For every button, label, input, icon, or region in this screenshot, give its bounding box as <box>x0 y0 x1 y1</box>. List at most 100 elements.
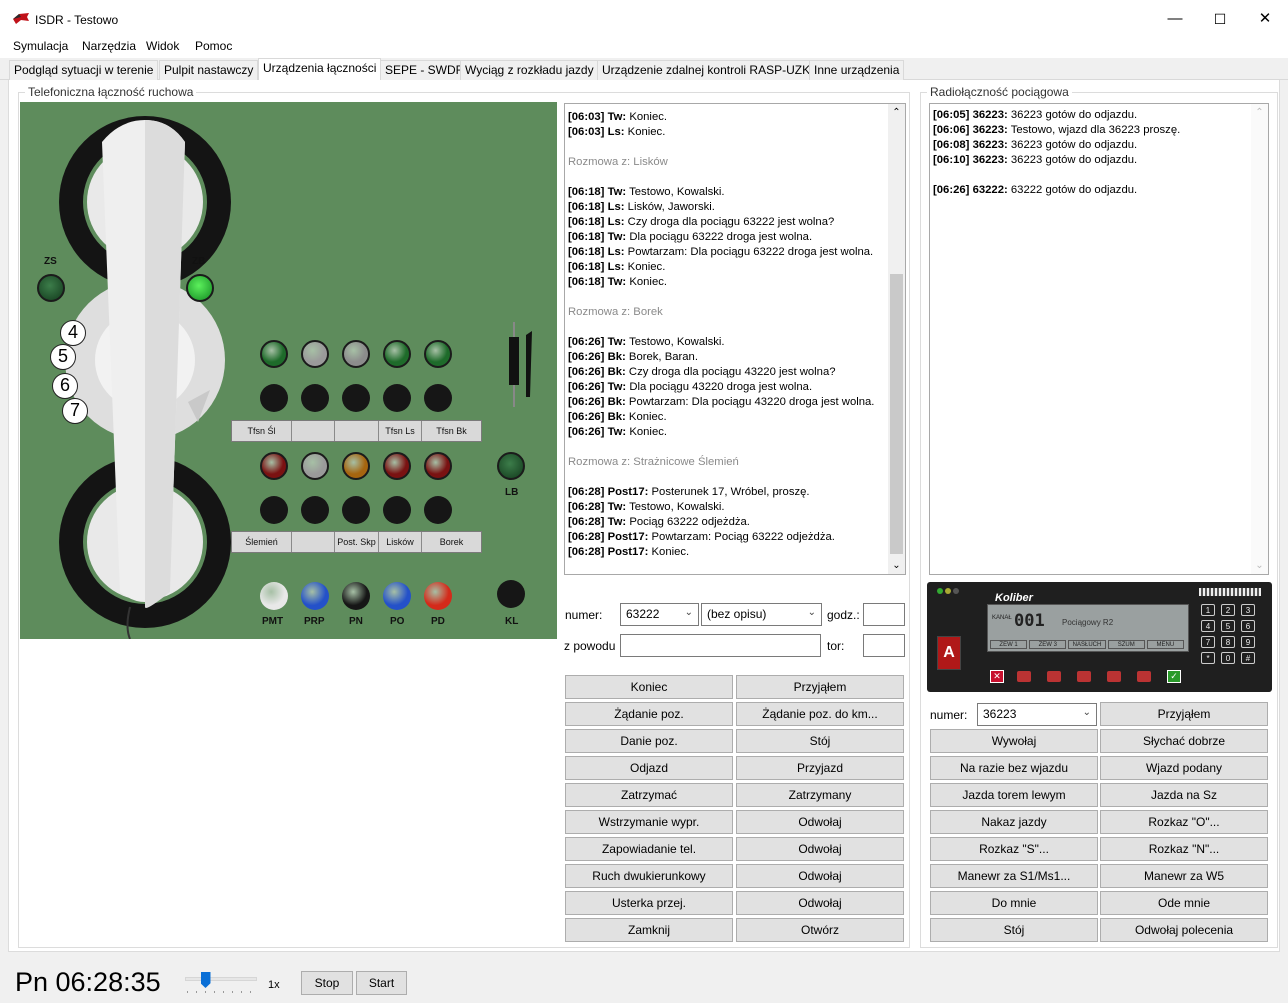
keypad-key[interactable]: # <box>1241 652 1255 664</box>
dial-digit[interactable]: 7 <box>62 398 88 424</box>
tab-inne[interactable]: Inne urządzenia <box>809 60 905 80</box>
phone-command-button[interactable]: Ruch dwukierunkowy <box>565 864 733 888</box>
scroll-down-icon[interactable]: ⌄ <box>888 557 905 574</box>
radio-number-select[interactable]: 36223 ⌄ <box>977 703 1097 726</box>
radio-key[interactable] <box>1077 671 1091 682</box>
line-button[interactable] <box>301 496 329 524</box>
pn-button[interactable] <box>342 582 370 610</box>
start-button[interactable]: Start <box>356 971 407 995</box>
phone-number-select[interactable]: 63222 ⌄ <box>620 603 699 626</box>
line-button[interactable] <box>301 384 329 412</box>
track-input[interactable] <box>863 634 905 657</box>
radio-command-button[interactable]: Stój <box>930 918 1098 942</box>
line-button[interactable] <box>424 496 452 524</box>
description-select[interactable]: (bez opisu) ⌄ <box>701 603 822 626</box>
tab-pulpit[interactable]: Pulpit nastawczy <box>159 60 259 80</box>
keypad-key[interactable]: * <box>1201 652 1215 664</box>
radio-conversation-log[interactable]: [06:05] 36223: 36223 gotów do odjazdu. [0… <box>929 103 1269 575</box>
keypad-key[interactable]: 6 <box>1241 620 1255 632</box>
radio-key[interactable] <box>1107 671 1121 682</box>
keypad-key[interactable]: 0 <box>1221 652 1235 664</box>
radio-command-button[interactable]: Słychać dobrze <box>1100 729 1268 753</box>
alarm-button[interactable]: A <box>937 636 961 670</box>
pmt-button[interactable] <box>260 582 288 610</box>
phone-command-button[interactable]: Odwołaj <box>736 837 904 861</box>
radio-key[interactable] <box>1137 671 1151 682</box>
close-button[interactable]: ✕ <box>1250 8 1280 30</box>
hour-input[interactable] <box>863 603 905 626</box>
lever-switch-icon[interactable] <box>504 317 540 412</box>
keypad-key[interactable]: 9 <box>1241 636 1255 648</box>
stop-button[interactable]: Stop <box>301 971 353 995</box>
radio-command-button[interactable]: Wywołaj <box>930 729 1098 753</box>
reject-button[interactable]: ✕ <box>990 670 1004 683</box>
phone-command-button[interactable]: Zatrzymany <box>736 783 904 807</box>
accept-button[interactable]: ✓ <box>1167 670 1181 683</box>
radio-command-button[interactable]: Ode mnie <box>1100 891 1268 915</box>
phone-command-button[interactable]: Odwołaj <box>736 864 904 888</box>
phone-command-button[interactable]: Stój <box>736 729 904 753</box>
radio-command-button[interactable]: Do mnie <box>930 891 1098 915</box>
keypad-key[interactable]: 5 <box>1221 620 1235 632</box>
speed-slider[interactable] <box>185 972 257 993</box>
menu-pomoc[interactable]: Pomoc <box>195 39 232 53</box>
line-button[interactable] <box>342 384 370 412</box>
kl-button[interactable] <box>497 580 525 608</box>
pd-button[interactable] <box>424 582 452 610</box>
minimize-button[interactable]: — <box>1160 8 1190 30</box>
scroll-up-icon[interactable]: ⌃ <box>888 104 905 121</box>
phone-command-button[interactable]: Zapowiadanie tel. <box>565 837 733 861</box>
dial-digit[interactable]: 4 <box>60 320 86 346</box>
tab-wyciag[interactable]: Wyciąg z rozkładu jazdy <box>460 60 599 80</box>
prp-button[interactable] <box>301 582 329 610</box>
phone-command-button[interactable]: Zamknij <box>565 918 733 942</box>
radio-command-button[interactable]: Wjazd podany <box>1100 756 1268 780</box>
reason-input[interactable] <box>620 634 821 657</box>
radio-command-button[interactable]: Jazda torem lewym <box>930 783 1098 807</box>
radio-key[interactable] <box>1017 671 1031 682</box>
line-button[interactable] <box>260 496 288 524</box>
scroll-down-icon[interactable]: ⌄ <box>1251 557 1268 574</box>
radio-command-button[interactable]: Rozkaz "N"... <box>1100 837 1268 861</box>
tab-sepe-swdr[interactable]: SEPE - SWDR <box>380 60 470 80</box>
dial-digit[interactable]: 5 <box>50 344 76 370</box>
phone-command-button[interactable]: Usterka przej. <box>565 891 733 915</box>
phone-command-button[interactable]: Otwórz <box>736 918 904 942</box>
phone-command-button[interactable]: Przyjazd <box>736 756 904 780</box>
line-button[interactable] <box>424 384 452 412</box>
tab-rasp-uzk[interactable]: Urządzenie zdalnej kontroli RASP-UZK <box>597 60 816 80</box>
phone-command-button[interactable]: Odjazd <box>565 756 733 780</box>
dial-digit[interactable]: 6 <box>52 373 78 399</box>
keypad-key[interactable]: 8 <box>1221 636 1235 648</box>
phone-command-button[interactable]: Przyjąłem <box>736 675 904 699</box>
radio-acknowledge-button[interactable]: Przyjąłem <box>1100 702 1268 726</box>
keypad-key[interactable]: 2 <box>1221 604 1235 616</box>
scroll-thumb[interactable] <box>890 274 903 554</box>
line-button[interactable] <box>342 496 370 524</box>
radio-command-button[interactable]: Manewr za W5 <box>1100 864 1268 888</box>
tab-podglad[interactable]: Podgląd sytuacji w terenie <box>9 60 159 80</box>
line-button[interactable] <box>383 496 411 524</box>
phone-command-button[interactable]: Danie poz. <box>565 729 733 753</box>
keypad-key[interactable]: 7 <box>1201 636 1215 648</box>
phone-command-button[interactable]: Odwołaj <box>736 810 904 834</box>
radio-command-button[interactable]: Odwołaj polecenia <box>1100 918 1268 942</box>
slider-thumb[interactable] <box>200 972 211 988</box>
phone-command-button[interactable]: Odwołaj <box>736 891 904 915</box>
menu-narzedzia[interactable]: Narzędzia <box>82 39 136 53</box>
phone-command-button[interactable]: Żądanie poz. <box>565 702 733 726</box>
line-button[interactable] <box>383 384 411 412</box>
phone-conversation-log[interactable]: [06:03] Tw: Koniec. [06:03] Ls: Koniec. Ro… <box>564 103 906 575</box>
phone-log-scrollbar[interactable]: ⌃ ⌄ <box>888 104 905 574</box>
tab-urzadzenia-lacznosci[interactable]: Urządzenia łączności <box>258 58 382 81</box>
line-button[interactable] <box>260 384 288 412</box>
keypad-key[interactable]: 1 <box>1201 604 1215 616</box>
menu-symulacja[interactable]: Symulacja <box>13 39 68 53</box>
phone-command-button[interactable]: Zatrzymać <box>565 783 733 807</box>
scroll-up-icon[interactable]: ⌃ <box>1251 104 1268 121</box>
radio-command-button[interactable]: Rozkaz "O"... <box>1100 810 1268 834</box>
radio-log-scrollbar[interactable]: ⌃ ⌄ <box>1251 104 1268 574</box>
keypad-key[interactable]: 3 <box>1241 604 1255 616</box>
maximize-button[interactable]: ☐ <box>1205 8 1235 30</box>
phone-command-button[interactable]: Koniec <box>565 675 733 699</box>
